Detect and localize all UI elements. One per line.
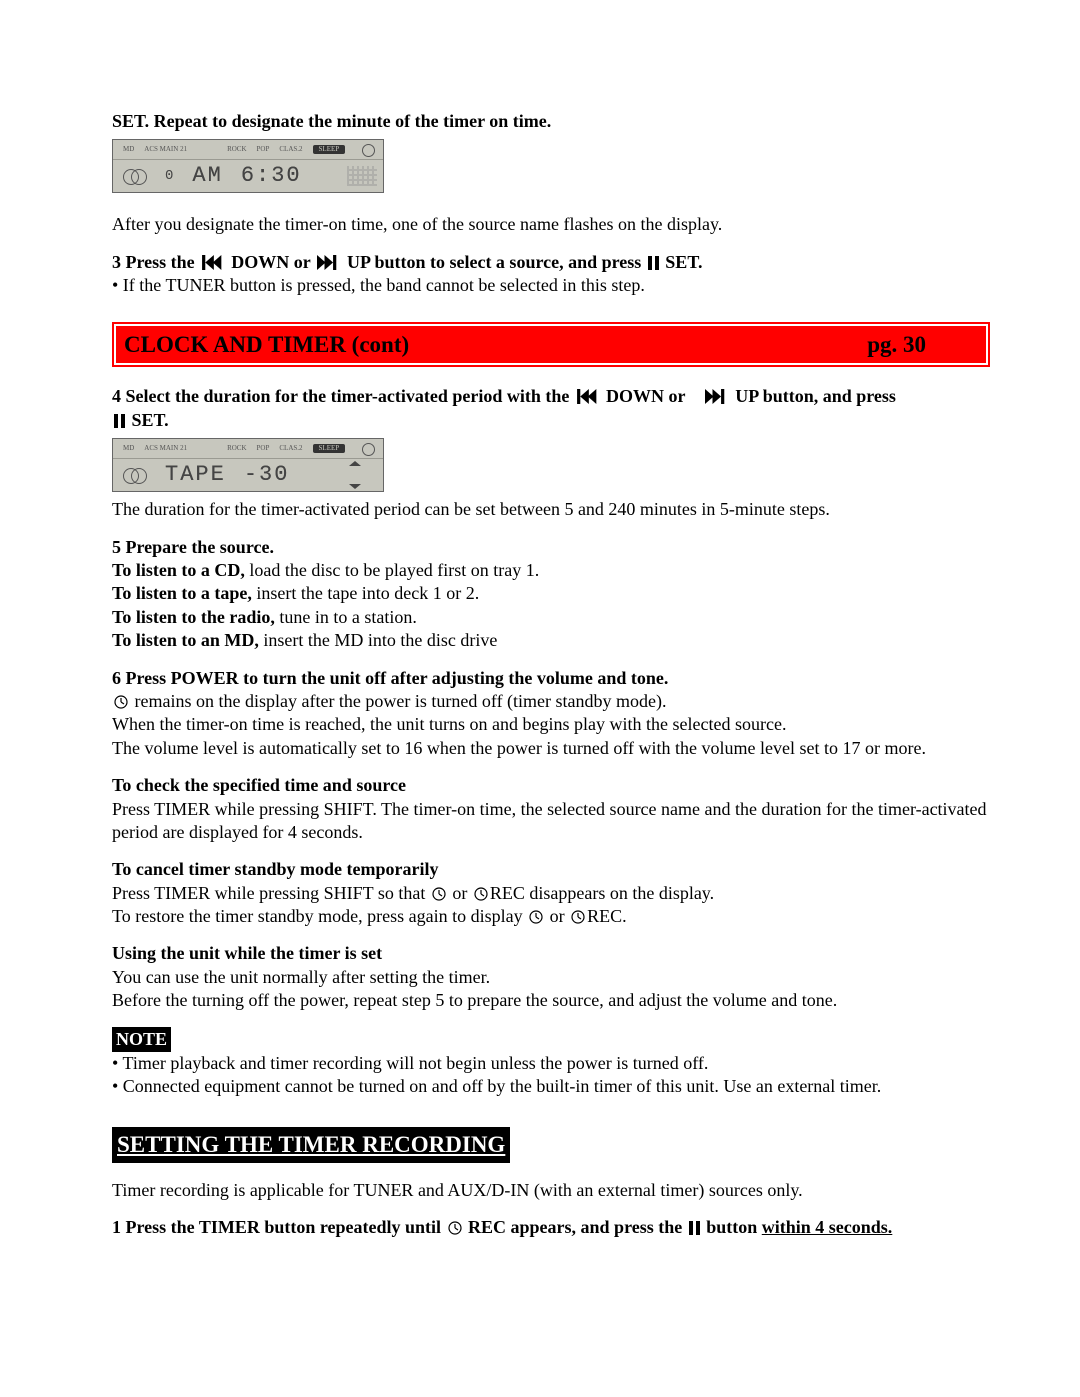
check-body: Press TIMER while pressing SHIFT. The ti… (112, 798, 990, 845)
step5-md: To listen to an MD, insert the MD into t… (112, 629, 990, 652)
section-header: CLOCK AND TIMER (cont) pg. 30 (112, 322, 990, 368)
lcd1-right: 6:30 (241, 162, 302, 191)
step4-note: The duration for the timer-activated per… (112, 498, 990, 521)
using-line1: You can use the unit normally after sett… (112, 966, 990, 989)
adjust-arrows-icon (337, 459, 377, 491)
intro-after: After you designate the timer-on time, o… (112, 213, 990, 236)
step6-line2: When the timer-on time is reached, the u… (112, 713, 990, 736)
lcd1-mid: AM (192, 162, 222, 191)
using-heading: Using the unit while the timer is set (112, 942, 990, 965)
section-title: CLOCK AND TIMER (cont) (124, 330, 409, 360)
step6-heading: 6 Press POWER to turn the unit off after… (112, 667, 990, 690)
cancel-line2: To restore the timer standby mode, press… (112, 905, 990, 928)
clock-icon (569, 910, 587, 924)
lcd1-lbl: CLAS.2 (279, 145, 302, 154)
skip-forward-icon (315, 255, 343, 270)
lcd-display-duration: MD ACS MAIN 21 ROCK POP CLAS.2 SLEEP TAP… (112, 438, 384, 492)
step6-line1: remains on the display after the power i… (112, 690, 990, 713)
step4-line: 4 Select the duration for the timer-acti… (112, 385, 990, 432)
manual-page: SET. Repeat to designate the minute of t… (0, 0, 1080, 1397)
clock-icon (112, 695, 130, 709)
lcd1-lbl: ACS MAIN 21 (144, 145, 187, 154)
clock-icon (362, 443, 375, 456)
lcd2-lbl: ROCK (227, 444, 246, 453)
subsection-header: SETTING THE TIMER RECORDING (112, 1127, 510, 1163)
cancel-line1: Press TIMER while pressing SHIFT so that… (112, 882, 990, 905)
check-heading: To check the specified time and source (112, 774, 990, 797)
lcd1-badge: SLEEP (313, 145, 346, 154)
cd-rings-icon (123, 167, 147, 185)
clock-icon (472, 887, 490, 901)
skip-back-icon (574, 389, 602, 404)
cancel-heading: To cancel timer standby mode temporarily (112, 858, 990, 881)
step3-note: • If the TUNER button is pressed, the ba… (112, 274, 990, 297)
step5-radio: To listen to the radio, tune in to a sta… (112, 606, 990, 629)
step5-tape: To listen to a tape, insert the tape int… (112, 582, 990, 605)
step5-cd: To listen to a CD, load the disc to be p… (112, 559, 990, 582)
clock-icon (362, 144, 375, 157)
lcd1-lbl: POP (257, 145, 270, 154)
lcd2-lbl: ACS MAIN 21 (144, 444, 187, 453)
step6-line3: The volume level is automatically set to… (112, 737, 990, 760)
note-label: NOTE (112, 1027, 171, 1052)
pause-icon (687, 1221, 702, 1235)
lcd2-lbl: CLAS.2 (279, 444, 302, 453)
clock-icon (446, 1221, 464, 1235)
clock-icon (430, 887, 448, 901)
lcd2-right: -30 (244, 461, 290, 490)
pause-icon (112, 414, 127, 428)
substep1: 1 Press the TIMER button repeatedly unti… (112, 1216, 990, 1239)
clock-icon (527, 910, 545, 924)
subsection-intro: Timer recording is applicable for TUNER … (112, 1179, 990, 1202)
lcd1-left: 0 (165, 167, 174, 185)
lcd2-lbl: POP (257, 444, 270, 453)
cd-rings-icon (123, 466, 147, 484)
subsection-title: SETTING THE TIMER RECORDING (117, 1132, 505, 1157)
lcd1-lbl: ROCK (227, 145, 246, 154)
skip-back-icon (199, 255, 227, 270)
note-bullet1: • Timer playback and timer recording wil… (112, 1052, 990, 1075)
spectrum-icon (347, 166, 377, 186)
lcd2-badge: SLEEP (313, 444, 346, 453)
lcd-display-time: MD ACS MAIN 21 ROCK POP CLAS.2 SLEEP 0 A… (112, 139, 384, 193)
using-line2: Before the turning off the power, repeat… (112, 989, 990, 1012)
lcd1-lbl: MD (123, 145, 134, 154)
skip-forward-icon (703, 389, 731, 404)
note-bullet2: • Connected equipment cannot be turned o… (112, 1075, 990, 1098)
intro-set-repeat: SET. Repeat to designate the minute of t… (112, 110, 990, 133)
section-page: pg. 30 (867, 330, 926, 360)
lcd2-lbl: MD (123, 444, 134, 453)
pause-icon (646, 256, 661, 270)
step5-heading: 5 Prepare the source. (112, 536, 990, 559)
step3-line: 3 Press the DOWN or UP button to select … (112, 251, 990, 274)
lcd2-mid: TAPE (165, 461, 226, 490)
